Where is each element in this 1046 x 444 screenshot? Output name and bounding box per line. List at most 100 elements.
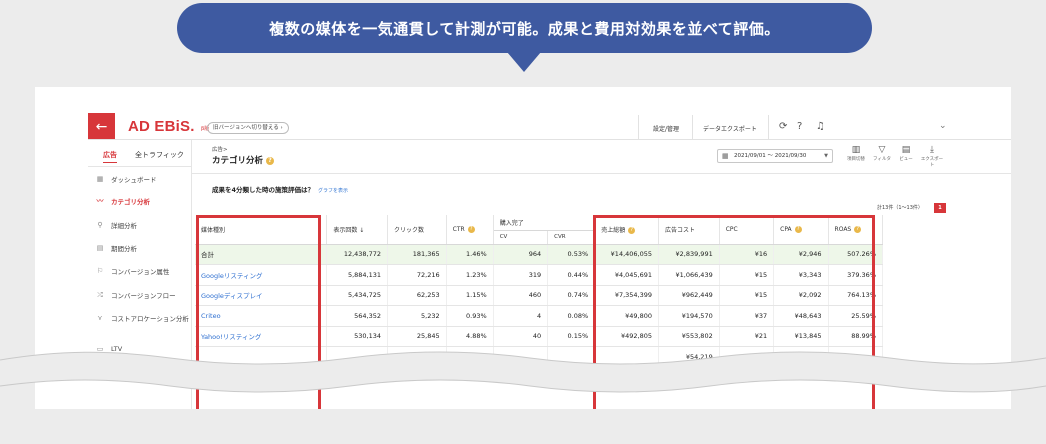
cell-sales: ¥49,800: [594, 305, 660, 327]
col-impressions[interactable]: 表示回数 ↓: [326, 215, 389, 245]
caret-down-icon: ▼: [824, 153, 828, 159]
sidebar-item-label: 詳細分析: [111, 222, 137, 230]
col-cpa[interactable]: CPA?: [773, 215, 829, 245]
cell-cv: 319: [493, 264, 549, 286]
col-group-purchase: 購入完了: [493, 215, 596, 231]
help-circle-icon[interactable]: ?: [797, 121, 802, 132]
refresh-icon[interactable]: ⟳: [779, 121, 787, 132]
cell-sales: ¥4,045,691: [594, 264, 660, 286]
page-title-text: カテゴリ分析: [212, 156, 264, 166]
callout-bubble: 複数の媒体を一気通貫して計測が可能。成果と費用対効果を並べて評価。: [177, 3, 872, 53]
tab-all-traffic[interactable]: 全トラフィック: [135, 150, 184, 160]
cell-clicks: 72,216: [387, 264, 447, 286]
topbar-divider: [692, 115, 693, 139]
col-cpc[interactable]: CPC: [719, 215, 775, 245]
col-cvr[interactable]: CVR: [547, 230, 596, 245]
col-sales-label: 売上総額: [601, 226, 626, 234]
content-divider: [192, 173, 1011, 174]
sidebar-item-cost-allocation[interactable]: ⋎ コストアロケーション分析: [95, 312, 189, 324]
cell-cvr: 0.44%: [547, 264, 596, 286]
columns-icon: ▥: [851, 145, 861, 155]
show-graph-link[interactable]: グラフを表示: [318, 188, 348, 194]
cell-cpc: ¥15: [719, 285, 775, 306]
old-version-switch[interactable]: 旧バージョンへ切り替える ›: [207, 122, 289, 134]
sidebar-item-period-analysis[interactable]: ▤ 期間分析: [95, 242, 137, 254]
flag-icon: ⚐: [96, 267, 104, 275]
cell-roas: 764.13%: [828, 285, 884, 306]
view-icon: ▤: [901, 145, 911, 155]
sidebar-item-label: コンバージョン属性: [111, 268, 170, 276]
table-row: Criteo 564,352 5,232 0.93% 4 0.08% ¥49,800 ¥194…: [195, 305, 884, 327]
sidebar-item-conversion-flow[interactable]: ⤮ コンバージョンフロー: [95, 289, 176, 301]
cell-cpa: ¥2,946: [773, 244, 829, 265]
cell-cpa: ¥2,092: [773, 285, 829, 306]
activity-icon: 〰: [96, 197, 104, 205]
page-1-button[interactable]: 1: [934, 203, 946, 213]
bell-icon[interactable]: ♫: [816, 121, 825, 132]
sidebar-item-label: ダッシュボード: [111, 176, 157, 184]
cell-cvr: 0.53%: [547, 244, 596, 265]
col-media[interactable]: 媒体種別: [195, 215, 328, 245]
page-title: カテゴリ分析?: [212, 154, 275, 166]
column-toggle-button[interactable]: ▥ 項目切替: [843, 145, 869, 162]
table-row-total: 合計 12,438,772 181,365 1.46% 964 0.53% ¥14,406,…: [195, 244, 884, 265]
col-cv[interactable]: CV: [493, 230, 549, 245]
breadcrumb[interactable]: 広告>: [212, 145, 228, 153]
help-icon[interactable]: ?: [266, 157, 275, 165]
export-button[interactable]: ⤓ エクスポート: [919, 145, 945, 168]
cell-cv: 964: [493, 244, 549, 265]
help-icon[interactable]: ?: [628, 226, 636, 234]
help-icon[interactable]: ?: [467, 225, 475, 233]
topbar-divider: [638, 115, 639, 139]
col-clicks[interactable]: クリック数: [387, 215, 447, 245]
col-roas[interactable]: ROAS?: [828, 215, 884, 245]
result-count: 計13件（1〜13件）: [877, 205, 923, 211]
back-arrow-icon: ←: [95, 118, 108, 135]
cell-ctr: 1.23%: [446, 264, 494, 286]
cell-clicks: 62,253: [387, 285, 447, 306]
zoom-icon: ⚲: [97, 221, 103, 229]
filter-button[interactable]: ▽ フィルタ: [869, 145, 895, 162]
cell-impressions: 5,884,131: [326, 264, 389, 286]
col-cost[interactable]: 広告コスト: [658, 215, 720, 245]
grid-icon: ▦: [96, 175, 104, 183]
cell-cvr: 0.74%: [547, 285, 596, 306]
cell-cpc: ¥16: [719, 244, 775, 265]
col-ctr[interactable]: CTR?: [446, 215, 494, 245]
chevron-down-icon[interactable]: ⌄: [939, 121, 947, 131]
cell-media-name[interactable]: Googleリスティング: [195, 264, 328, 286]
col-roas-label: ROAS: [834, 225, 852, 233]
filter-icon: ▽: [878, 145, 886, 155]
col-sales[interactable]: 売上総額?: [594, 215, 660, 245]
view-button[interactable]: ▤ ビュー: [893, 145, 919, 162]
cell-media-name[interactable]: Googleディスプレイ: [195, 285, 328, 306]
sidebar-item-category-analysis[interactable]: 〰カテゴリ分析: [95, 195, 151, 207]
tool-label: ビュー: [899, 157, 913, 162]
tab-ads[interactable]: 広告: [103, 150, 117, 163]
help-icon[interactable]: ?: [794, 225, 802, 233]
settings-link[interactable]: 設定/管理: [653, 124, 679, 133]
date-range-picker[interactable]: ▦ 2021/09/01 〜 2021/09/30 ▼: [717, 149, 833, 163]
cell-cpa: ¥3,343: [773, 264, 829, 286]
sidebar-item-detail-analysis[interactable]: ⚲ 詳細分析: [95, 219, 137, 231]
cell-media-name: 合計: [195, 244, 328, 265]
cell-roas: 379.36%: [828, 264, 884, 286]
callout-text: 複数の媒体を一気通貫して計測が可能。成果と費用対効果を並べて評価。: [269, 19, 780, 38]
cell-cvr: 0.08%: [547, 305, 596, 327]
cell-media-name[interactable]: Criteo: [195, 305, 328, 327]
sidebar-item-conversion-attributes[interactable]: ⚐ コンバージョン属性: [95, 265, 170, 277]
cell-impressions: 564,352: [326, 305, 389, 327]
back-button[interactable]: ←: [88, 113, 115, 140]
cell-sales: ¥14,406,055: [594, 244, 660, 265]
tool-label: 項目切替: [847, 157, 865, 162]
cell-cost: ¥1,066,439: [658, 264, 720, 286]
cell-cv: 460: [493, 285, 549, 306]
topbar-divider: [768, 115, 769, 139]
calendar-icon: ▤: [96, 244, 104, 252]
sidebar-item-label: 期間分析: [111, 245, 137, 253]
sidebar-item-dashboard[interactable]: ▦ ダッシュボード: [95, 173, 157, 185]
sidebar-item-label: コストアロケーション分析: [111, 315, 189, 323]
data-export-link[interactable]: データエクスポート: [703, 124, 757, 133]
cell-cv: 4: [493, 305, 549, 327]
help-icon[interactable]: ?: [854, 225, 862, 233]
